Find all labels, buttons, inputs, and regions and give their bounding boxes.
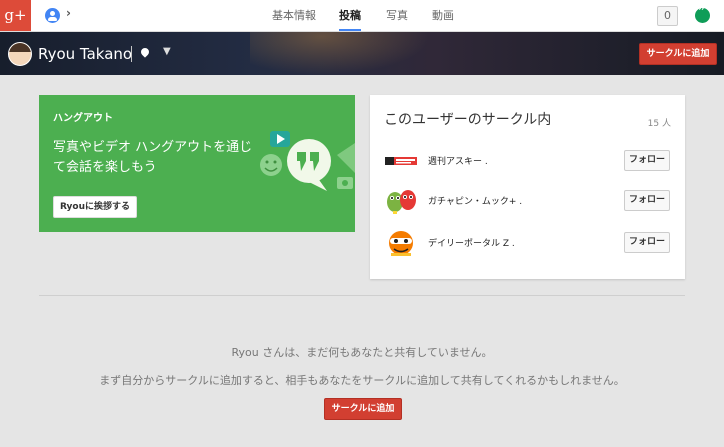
list-item[interactable]: デイリーポータル Z . フォロー [370, 225, 685, 261]
hangouts-icon[interactable] [695, 5, 710, 23]
profile-icon[interactable] [45, 8, 60, 23]
tab-posts[interactable]: 投稿 [339, 0, 361, 31]
section-divider [39, 295, 685, 296]
say-hello-button[interactable]: Ryouに挨拶する [53, 196, 137, 218]
list-item[interactable]: 週刊アスキー . フォロー [370, 143, 685, 179]
circles-card-title: このユーザーのサークル内 [384, 112, 552, 128]
circle-member-name[interactable]: デイリーポータル Z . [428, 236, 515, 249]
cover-image-highlight [250, 32, 430, 75]
circle-member-name[interactable]: 週刊アスキー . [428, 154, 488, 167]
profile-name: Ryou Takano [38, 45, 133, 63]
google-plus-logo[interactable]: g+ [0, 0, 31, 31]
in-their-circles-card: このユーザーのサークル内 15 人 週刊アスキー . フォロー ガチャピン・ムッ… [370, 95, 685, 279]
ascii-logo-icon [385, 155, 417, 167]
hangout-card-title: ハングアウト [53, 113, 113, 124]
follow-button[interactable]: フォロー [624, 232, 670, 253]
circles-count: 15 人 [647, 119, 671, 129]
gachapin-mukku-icon [387, 190, 416, 214]
add-to-circle-button-bottom[interactable]: サークルに追加 [324, 398, 402, 420]
avatar[interactable] [8, 42, 32, 66]
chevron-right-icon[interactable]: › [66, 6, 71, 20]
notification-count-badge[interactable]: 0 [657, 6, 678, 26]
empty-state-message: Ryou さんは、まだ何もあなたと共有していません。 [231, 346, 493, 359]
follow-button[interactable]: フォロー [624, 190, 670, 211]
name-divider [131, 46, 132, 62]
add-to-circle-button[interactable]: サークルに追加 [639, 43, 717, 65]
empty-state-hint: まず自分からサークルに追加すると、相手もあなたをサークルに追加して共有してくれる… [99, 374, 625, 387]
top-navigation-bar: g+ › 基本情報 投稿 写真 動画 0 [0, 0, 724, 32]
list-item[interactable]: ガチャピン・ムック+ . フォロー [370, 183, 685, 219]
hangout-card-description: 写真やビデオ ハングアウトを通じて会話を楽しもう [53, 140, 253, 175]
hangout-illustration-icon [260, 131, 355, 191]
circle-member-name[interactable]: ガチャピン・ムック+ . [428, 194, 522, 207]
tab-videos[interactable]: 動画 [432, 0, 454, 31]
hangout-card: ハングアウト 写真やビデオ ハングアウトを通じて会話を楽しもう Ryouに挨拶す… [39, 95, 355, 232]
tab-photos[interactable]: 写真 [386, 0, 408, 31]
daily-portal-z-icon [389, 231, 413, 256]
chevron-down-icon[interactable]: ▼ [163, 46, 171, 57]
tab-about[interactable]: 基本情報 [272, 0, 316, 31]
follow-button[interactable]: フォロー [624, 150, 670, 171]
